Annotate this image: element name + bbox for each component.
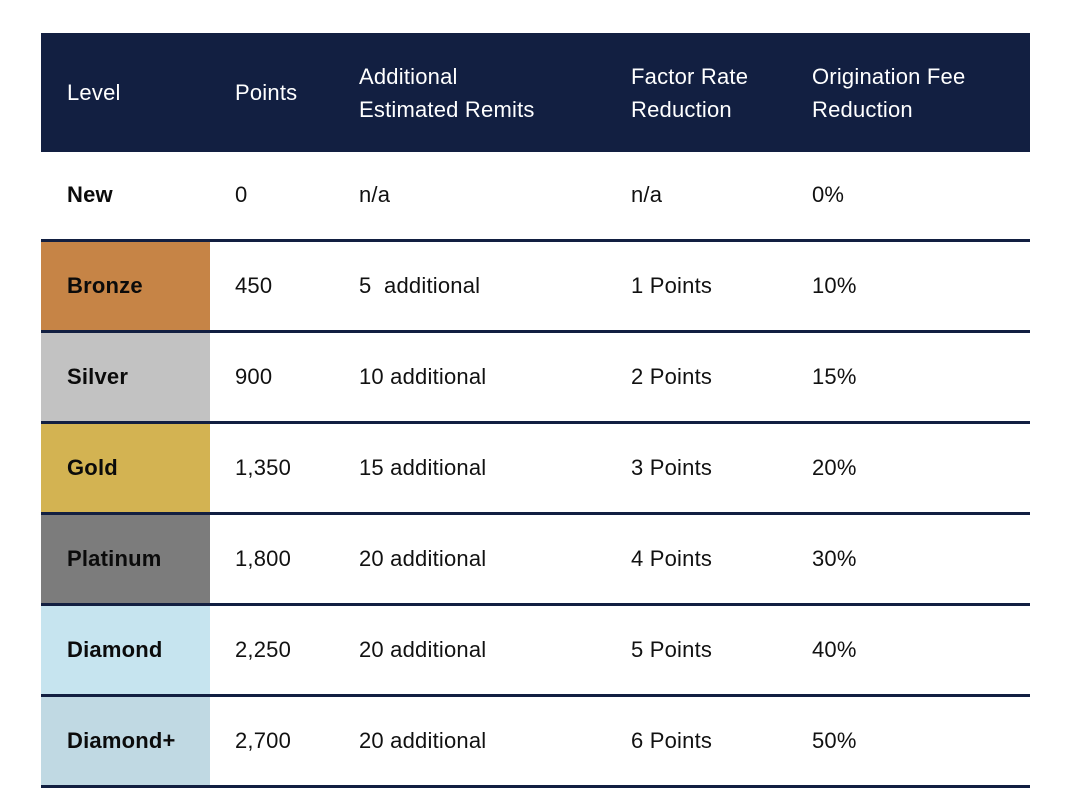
header-fee-line-1: Origination Fee bbox=[812, 63, 966, 89]
cell-factor: 4 Points bbox=[606, 511, 787, 604]
cell-level: Diamond bbox=[41, 602, 210, 695]
table-body: New 0 n/a n/a 0% Bronze 450 5 additional… bbox=[41, 152, 1030, 788]
table-row: Gold 1,350 15 additional 3 Points 20% bbox=[41, 420, 1030, 513]
cell-fee: 50% bbox=[787, 693, 1030, 788]
table-row: Bronze 450 5 additional 1 Points 10% bbox=[41, 238, 1030, 331]
header-remits-line-2: Estimated Remits bbox=[359, 96, 535, 122]
table-header: Level Points Additional Estimated Remits… bbox=[41, 33, 1030, 152]
cell-fee: 20% bbox=[787, 420, 1030, 513]
table-row: Diamond 2,250 20 additional 5 Points 40% bbox=[41, 602, 1030, 695]
cell-points: 450 bbox=[210, 238, 334, 331]
cell-fee: 10% bbox=[787, 238, 1030, 331]
header-fee-line-2: Reduction bbox=[812, 96, 913, 122]
cell-level: New bbox=[41, 152, 210, 240]
cell-remits: n/a bbox=[359, 182, 391, 208]
cell-factor: 3 Points bbox=[606, 420, 787, 513]
table-row: Diamond+ 2,700 20 additional 6 Points 50… bbox=[41, 693, 1030, 788]
cell-factor: 2 Points bbox=[606, 329, 787, 422]
cell-level: Diamond+ bbox=[41, 693, 210, 788]
cell-points: 1,350 bbox=[210, 420, 334, 513]
cell-remits: 20 additional bbox=[334, 693, 606, 788]
table-row: Silver 900 10 additional 2 Points 15% bbox=[41, 329, 1030, 422]
header-points: Points bbox=[210, 33, 334, 152]
header-factor-rate-reduction: Factor Rate Reduction bbox=[606, 33, 787, 152]
table-row: Platinum 1,800 20 additional 4 Points 30… bbox=[41, 511, 1030, 604]
header-level-line: Level bbox=[67, 80, 121, 105]
cell-fee: 15% bbox=[787, 329, 1030, 422]
header-factor-line-1: Factor Rate bbox=[631, 63, 749, 89]
cell-level: Gold bbox=[41, 420, 210, 513]
header-points-line: Points bbox=[235, 80, 298, 105]
cell-fee: 0% bbox=[812, 182, 845, 208]
cell-fee: 40% bbox=[787, 602, 1030, 695]
header-row: Level Points Additional Estimated Remits… bbox=[41, 33, 1030, 152]
cell-remits: 15 additional bbox=[334, 420, 606, 513]
header-origination-fee-reduction: Origination Fee Reduction bbox=[787, 33, 1030, 152]
cell-points: 900 bbox=[210, 329, 334, 422]
header-level: Level bbox=[41, 33, 210, 152]
header-factor-line-2: Reduction bbox=[631, 96, 732, 122]
cell-points: 0 bbox=[235, 182, 248, 208]
cell-factor: n/a bbox=[631, 182, 663, 208]
cell-level: Platinum bbox=[41, 511, 210, 604]
table-row: New 0 n/a n/a 0% bbox=[41, 152, 1030, 240]
header-additional-estimated-remits: Additional Estimated Remits bbox=[334, 33, 606, 152]
loyalty-tiers-table: Level Points Additional Estimated Remits… bbox=[41, 33, 1030, 788]
cell-factor: 1 Points bbox=[606, 238, 787, 331]
cell-remits: 5 additional bbox=[334, 238, 606, 331]
cell-factor: 6 Points bbox=[606, 693, 787, 788]
cell-points: 2,250 bbox=[210, 602, 334, 695]
cell-points: 1,800 bbox=[210, 511, 334, 604]
cell-remits: 10 additional bbox=[334, 329, 606, 422]
cell-level: Silver bbox=[41, 329, 210, 422]
cell-remits: 20 additional bbox=[334, 602, 606, 695]
cell-factor: 5 Points bbox=[606, 602, 787, 695]
cell-level: Bronze bbox=[41, 238, 210, 331]
header-remits-line-1: Additional bbox=[359, 63, 458, 89]
cell-remits: 20 additional bbox=[334, 511, 606, 604]
cell-fee: 30% bbox=[787, 511, 1030, 604]
cell-points: 2,700 bbox=[210, 693, 334, 788]
